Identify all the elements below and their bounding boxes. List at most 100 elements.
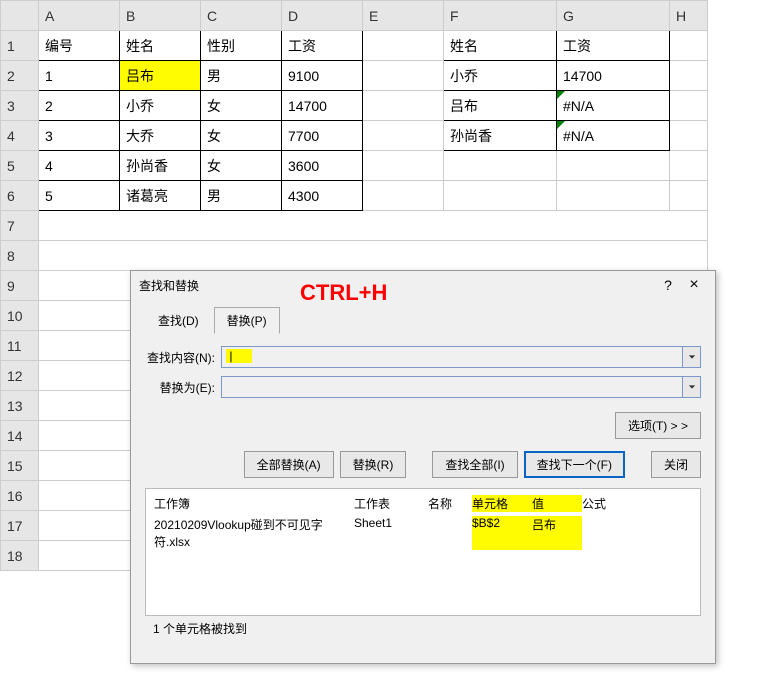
cell-C2[interactable]: 男 [201, 61, 282, 91]
cell-G6[interactable] [557, 181, 670, 211]
cell-F5[interactable] [444, 151, 557, 181]
col-header-F[interactable]: F [444, 1, 557, 31]
col-header-E[interactable]: E [363, 1, 444, 31]
cell-A3[interactable]: 2 [39, 91, 120, 121]
replace-all-button[interactable]: 全部替换(A) [244, 451, 334, 478]
cell-D6[interactable]: 4300 [282, 181, 363, 211]
col-header-A[interactable]: A [39, 1, 120, 31]
close-button[interactable]: 关闭 [651, 451, 701, 478]
cell-E6[interactable] [363, 181, 444, 211]
cell-A6[interactable]: 5 [39, 181, 120, 211]
row-header-12[interactable]: 12 [1, 361, 39, 391]
cell-E4[interactable] [363, 121, 444, 151]
row-header-5[interactable]: 5 [1, 151, 39, 181]
cell-C4[interactable]: 女 [201, 121, 282, 151]
row-header-11[interactable]: 11 [1, 331, 39, 361]
cell-H2[interactable] [670, 61, 708, 91]
cell-H5[interactable] [670, 151, 708, 181]
find-all-button[interactable]: 查找全部(I) [432, 451, 517, 478]
row-header-3[interactable]: 3 [1, 91, 39, 121]
cell-E3[interactable] [363, 91, 444, 121]
cell-B2[interactable]: 吕布 [120, 61, 201, 91]
cell-F4[interactable]: 孙尚香 [444, 121, 557, 151]
cell-F3[interactable]: 吕布 [444, 91, 557, 121]
cell-F1[interactable]: 姓名 [444, 31, 557, 61]
cell-D2[interactable]: 9100 [282, 61, 363, 91]
replace-button[interactable]: 替换(R) [340, 451, 407, 478]
results-col-worksheet[interactable]: 工作表 [354, 495, 428, 512]
row-header-6[interactable]: 6 [1, 181, 39, 211]
results-list[interactable]: 工作簿 工作表 名称 单元格 值 公式 20210209Vlookup碰到不可见… [145, 488, 701, 616]
col-header-H[interactable]: H [670, 1, 708, 31]
cell-C6[interactable]: 男 [201, 181, 282, 211]
row-header-17[interactable]: 17 [1, 511, 39, 541]
cell-F6[interactable] [444, 181, 557, 211]
row-header-10[interactable]: 10 [1, 301, 39, 331]
row-header-7[interactable]: 7 [1, 211, 39, 241]
cell-H1[interactable] [670, 31, 708, 61]
cell-G3[interactable]: #N/A [557, 91, 670, 121]
cell-D4[interactable]: 7700 [282, 121, 363, 151]
find-dropdown-button[interactable] [683, 346, 701, 368]
row-header-15[interactable]: 15 [1, 451, 39, 481]
find-next-button[interactable]: 查找下一个(F) [524, 451, 625, 478]
cell-H6[interactable] [670, 181, 708, 211]
dialog-titlebar[interactable]: 查找和替换 ? × [131, 271, 715, 299]
find-input[interactable]: | [221, 346, 683, 368]
row-header-13[interactable]: 13 [1, 391, 39, 421]
results-cell-cell: $B$2 [472, 516, 532, 550]
chevron-down-icon [688, 353, 696, 361]
dialog-help-button[interactable]: ? [655, 277, 681, 293]
cell-G4[interactable]: #N/A [557, 121, 670, 151]
results-row[interactable]: 20210209Vlookup碰到不可见字符.xlsx Sheet1 $B$2 … [146, 514, 700, 552]
row-header-1[interactable]: 1 [1, 31, 39, 61]
row-header-8[interactable]: 8 [1, 241, 39, 271]
select-all[interactable] [1, 1, 39, 31]
row-header-4[interactable]: 4 [1, 121, 39, 151]
cell-A5[interactable]: 4 [39, 151, 120, 181]
row-header-18[interactable]: 18 [1, 541, 39, 571]
dialog-close-button[interactable]: × [681, 276, 707, 294]
cell-G5[interactable] [557, 151, 670, 181]
cell-C5[interactable]: 女 [201, 151, 282, 181]
cell-G1[interactable]: 工资 [557, 31, 670, 61]
cell-H3[interactable] [670, 91, 708, 121]
cell-A2[interactable]: 1 [39, 61, 120, 91]
cell-E2[interactable] [363, 61, 444, 91]
results-col-value[interactable]: 值 [532, 495, 582, 512]
cell-B5[interactable]: 孙尚香 [120, 151, 201, 181]
cell-D3[interactable]: 14700 [282, 91, 363, 121]
replace-input[interactable] [221, 376, 683, 398]
row-header-9[interactable]: 9 [1, 271, 39, 301]
cell-B4[interactable]: 大乔 [120, 121, 201, 151]
tab-replace[interactable]: 替换(P) [214, 307, 280, 334]
replace-dropdown-button[interactable] [683, 376, 701, 398]
cell-C1[interactable]: 性别 [201, 31, 282, 61]
cell-A1[interactable]: 编号 [39, 31, 120, 61]
cell-E5[interactable] [363, 151, 444, 181]
cell-B6[interactable]: 诸葛亮 [120, 181, 201, 211]
cell-F2[interactable]: 小乔 [444, 61, 557, 91]
tab-find[interactable]: 查找(D) [145, 307, 212, 334]
cell-B1[interactable]: 姓名 [120, 31, 201, 61]
results-col-workbook[interactable]: 工作簿 [154, 495, 354, 512]
col-header-C[interactable]: C [201, 1, 282, 31]
cell-E1[interactable] [363, 31, 444, 61]
col-header-B[interactable]: B [120, 1, 201, 31]
results-col-name[interactable]: 名称 [428, 495, 472, 512]
cell-D1[interactable]: 工资 [282, 31, 363, 61]
results-col-formula[interactable]: 公式 [582, 495, 692, 512]
row-header-14[interactable]: 14 [1, 421, 39, 451]
cell-C3[interactable]: 女 [201, 91, 282, 121]
cell-A4[interactable]: 3 [39, 121, 120, 151]
col-header-D[interactable]: D [282, 1, 363, 31]
cell-B3[interactable]: 小乔 [120, 91, 201, 121]
col-header-G[interactable]: G [557, 1, 670, 31]
options-button[interactable]: 选项(T) > > [615, 412, 701, 439]
row-header-16[interactable]: 16 [1, 481, 39, 511]
results-col-cell[interactable]: 单元格 [472, 495, 532, 512]
cell-D5[interactable]: 3600 [282, 151, 363, 181]
cell-H4[interactable] [670, 121, 708, 151]
row-header-2[interactable]: 2 [1, 61, 39, 91]
cell-G2[interactable]: 14700 [557, 61, 670, 91]
